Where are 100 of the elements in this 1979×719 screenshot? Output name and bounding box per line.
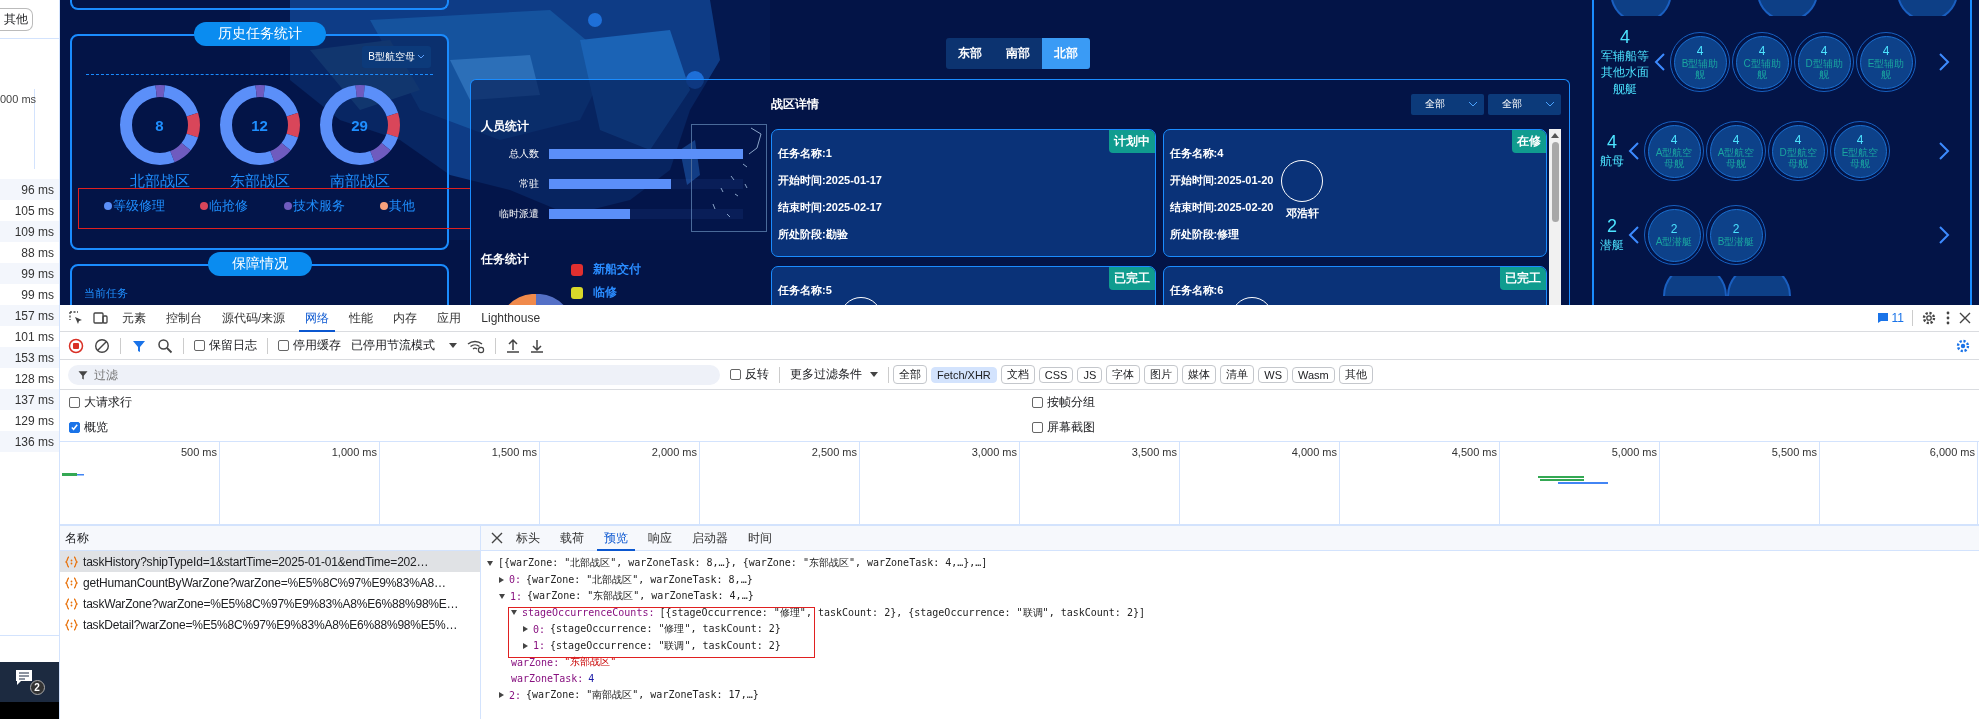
donut-total: 12 (251, 116, 268, 134)
tree-summary: {stageOccurrence: "修理", taskCount: 2} (550, 622, 781, 637)
type-filter-chip[interactable]: Wasm (1292, 366, 1335, 383)
legend-label: 新船交付 (593, 261, 641, 278)
donut-total: 8 (155, 116, 164, 134)
task-field: 所处阶段:修理 (1169, 227, 1274, 242)
issues-button[interactable]: 11 (1876, 311, 1904, 325)
tree-key: warZoneTask: (511, 673, 584, 685)
request-row[interactable]: taskWarZone?warZone=%E5%8C%97%E9%83%A8%E6%88%98%E… (60, 593, 480, 614)
bar-label: 临时派遣 (498, 207, 539, 221)
bar-label: 总人数 (508, 147, 539, 161)
type-filter-chip[interactable]: 其他 (1338, 365, 1373, 384)
type-filter-chip[interactable]: JS (1077, 366, 1103, 383)
chat-button[interactable]: 2 (14, 669, 45, 695)
panel-tab[interactable]: 应用 (431, 304, 468, 332)
detail-tab[interactable]: 响应 (641, 525, 679, 551)
status-badge: 已完工 (1500, 267, 1546, 290)
task-field: 任务名称:5 (778, 283, 832, 298)
donut-total: 29 (351, 116, 368, 134)
zone-tab[interactable]: 南部 (993, 38, 1042, 69)
filter-field[interactable]: 过滤 (68, 364, 720, 385)
duration-cell: 101 ms (14, 329, 54, 344)
tick-label: 000 ms (0, 93, 37, 105)
tree-summary: [{stageOccurrence: "修理", taskCount: 2}, {stageOccurrence: "联调", taskCount: 2}] (659, 605, 1145, 620)
type-filter-chip[interactable]: 字体 (1106, 365, 1141, 384)
checkbox-label: 屏幕截图 (1047, 419, 1095, 436)
filter-select[interactable]: 全部 (1488, 93, 1561, 115)
task-card[interactable]: 已完工 任务名称:5 (771, 266, 1156, 305)
tree-summary: {stageOccurrence: "联调", taskCount: 2} (550, 638, 781, 653)
tree-key: 0: (533, 623, 546, 635)
type-filter-chip[interactable]: 文档 (1000, 365, 1035, 384)
request-row[interactable]: taskDetail?warZone=%E5%8C%97%E9%83%A8%E6%88%98%E5%… (60, 614, 480, 635)
type-filter-chip[interactable]: 全部 (893, 365, 927, 384)
throttling-select[interactable]: 已停用节流模式 (351, 337, 457, 354)
task-field: 任务名称:4 (1169, 146, 1274, 161)
panel-title: 历史任务统计 (193, 22, 326, 46)
request-row[interactable]: getHumanCountByWarZone?warZone=%E5%8C%97%E9%83%A8… (60, 572, 480, 593)
checkbox-label: 停用缓存 (293, 337, 341, 354)
legend-label: 其他 (389, 197, 416, 215)
detail-tab[interactable]: 载荷 (553, 525, 591, 551)
ship-select[interactable]: B型航空母 (362, 46, 431, 68)
section-title: 战区详情 (771, 95, 819, 113)
zone-tab[interactable]: 东部 (945, 38, 994, 69)
detail-tab[interactable]: 时间 (741, 525, 779, 551)
panel-tab[interactable]: Lighthouse (475, 306, 547, 330)
checkbox-label: 保留日志 (209, 337, 257, 354)
panel-tab[interactable]: 源代码/来源 (216, 304, 292, 332)
type-filter-chip[interactable]: 清单 (1220, 365, 1255, 384)
type-filter-chip[interactable]: 图片 (1144, 365, 1179, 384)
duration-cell: 153 ms (14, 350, 54, 365)
column-header: 名称 (65, 529, 89, 547)
zone-label: 北部战区 (129, 172, 190, 191)
type-count: 4 (1620, 27, 1630, 49)
zone-label: 东部战区 (229, 172, 290, 191)
task-card[interactable]: 已完工 任务名称:6 (1162, 266, 1547, 305)
tree-key: 1: (510, 590, 523, 602)
type-name: 航母 (1600, 153, 1624, 170)
zone-label: 南部战区 (329, 172, 390, 191)
tick-label: 2,500 ms (811, 446, 857, 458)
ship-type-badge[interactable]: 2 B型潜艇 (1706, 205, 1766, 265)
task-card[interactable]: 计划中 任务名称:1 开始时间:2025-01-17 结束时间:2025-02-17 所处阶段:勘验 (771, 129, 1156, 257)
tick-label: 4,000 ms (1291, 446, 1337, 458)
detail-tab[interactable]: 启动器 (685, 525, 735, 551)
duration-cell: 96 ms (21, 182, 54, 197)
notification-badge: 2 (29, 680, 45, 695)
tree-summary: [{warZone: "北部战区", warZoneTask: 8,…}, {warZone: "东部战区", warZoneTask: 4,…},…] (498, 556, 988, 571)
tick-label: 5,500 ms (1771, 446, 1817, 458)
panel-tab[interactable]: 性能 (343, 304, 380, 332)
status-badge: 在修 (1512, 130, 1546, 153)
type-filter-chip[interactable]: WS (1258, 366, 1288, 383)
tick-label: 3,500 ms (1131, 446, 1177, 458)
tree-summary: {warZone: "南部战区", warZoneTask: 17,…} (526, 688, 759, 703)
type-filter-chip[interactable]: Fetch/XHR (931, 366, 997, 383)
filter-button[interactable]: 其他 (0, 7, 33, 31)
type-filter-chip[interactable]: 媒体 (1182, 365, 1217, 384)
person-name: 邓浩轩 (1285, 206, 1319, 221)
checkbox-label: 大请求行 (84, 394, 132, 411)
request-row[interactable]: taskHistory?shipTypeId=1&startTime=2025-01-01&endTime=202… (60, 551, 480, 572)
tree-key: 1: (533, 640, 546, 652)
panel-tab[interactable]: 元素 (116, 304, 152, 332)
more-filters-dropdown[interactable]: 更多过滤条件 (790, 366, 878, 383)
type-filter-chip[interactable]: CSS (1038, 366, 1074, 383)
section-title: 任务统计 (481, 251, 529, 268)
panel-title: 保障情况 (207, 252, 312, 276)
tick-label: 4,500 ms (1451, 446, 1497, 458)
duration-cell: 109 ms (14, 224, 54, 239)
tree-key: stageOccurrenceCounts: (522, 607, 655, 619)
tree-summary: {warZone: "东部战区", warZoneTask: 4,…} (527, 589, 754, 604)
panel-tab[interactable]: 控制台 (160, 304, 208, 332)
task-field: 所处阶段:勘验 (778, 227, 882, 242)
detail-tab[interactable]: 预览 (597, 525, 635, 551)
task-field: 结束时间:2025-02-17 (778, 200, 882, 215)
panel-tab[interactable]: 网络 (299, 304, 336, 332)
task-card[interactable]: 在修 任务名称:4 开始时间:2025-01-20 结束时间:2025-02-20 所处阶段:修理 邓浩轩 (1162, 129, 1547, 257)
panel-tab[interactable]: 内存 (387, 304, 424, 332)
status-badge: 已完工 (1108, 267, 1155, 290)
checkbox-label: 概览 (84, 419, 108, 436)
detail-tab[interactable]: 标头 (509, 525, 547, 551)
duration-cell: 136 ms (14, 434, 54, 449)
filter-select[interactable]: 全部 (1411, 93, 1484, 115)
